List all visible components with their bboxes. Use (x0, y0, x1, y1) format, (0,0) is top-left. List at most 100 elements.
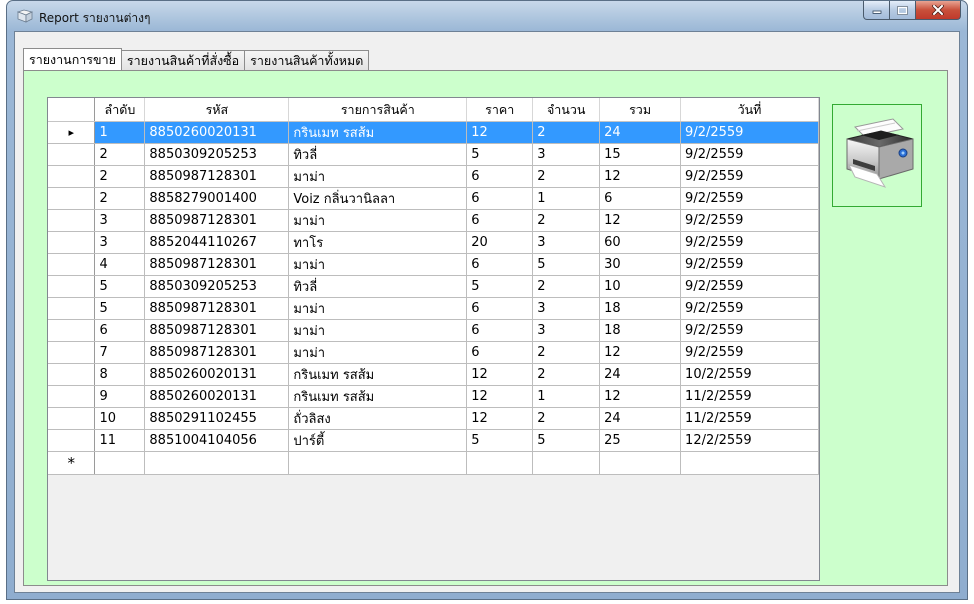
new-row[interactable]: * (48, 451, 819, 475)
cell-product[interactable]: มาม่า (288, 253, 468, 276)
table-row[interactable]: 10 8850291102455 ถั่วลิสง 12 2 24 11/2/2559 (48, 407, 819, 430)
maximize-button[interactable] (890, 1, 916, 20)
cell-seq[interactable]: 2 (94, 143, 146, 166)
row-header[interactable] (48, 319, 96, 342)
cell-seq[interactable]: 10 (94, 407, 146, 430)
table-row[interactable]: 4 8850987128301 มาม่า 6 5 30 9/2/2559 (48, 253, 819, 276)
cell-product[interactable]: กรินเมท รสส้ม (288, 385, 468, 408)
new-row-cell[interactable] (599, 451, 682, 475)
cell-code[interactable]: 8850987128301 (144, 341, 290, 364)
table-row[interactable]: 2 8850309205253 ทิวลี่ 5 3 15 9/2/2559 (48, 143, 819, 166)
cell-price[interactable]: 6 (466, 209, 534, 232)
cell-quantity[interactable]: 5 (532, 253, 601, 276)
column-header-seq[interactable]: ลำดับ (94, 98, 146, 122)
cell-quantity[interactable]: 3 (532, 297, 601, 320)
new-row-cell[interactable] (680, 451, 819, 475)
cell-product[interactable]: มาม่า (288, 165, 468, 188)
cell-total[interactable]: 30 (599, 253, 682, 276)
cell-total[interactable]: 18 (599, 297, 682, 320)
row-header[interactable] (48, 165, 96, 188)
row-header[interactable] (48, 209, 96, 232)
row-header[interactable] (48, 407, 96, 430)
row-header[interactable] (48, 385, 96, 408)
cell-price[interactable]: 12 (466, 363, 534, 386)
cell-code[interactable]: 8850987128301 (144, 209, 290, 232)
cell-quantity[interactable]: 5 (532, 429, 601, 452)
cell-quantity[interactable]: 2 (532, 407, 601, 430)
cell-quantity[interactable]: 2 (532, 121, 601, 144)
cell-date[interactable]: 10/2/2559 (680, 363, 819, 386)
cell-product[interactable]: มาม่า (288, 341, 468, 364)
row-header[interactable] (48, 187, 96, 210)
cell-total[interactable]: 12 (599, 165, 682, 188)
cell-total[interactable]: 15 (599, 143, 682, 166)
column-header-total[interactable]: รวม (599, 98, 682, 122)
table-row[interactable]: 3 8850987128301 มาม่า 6 2 12 9/2/2559 (48, 209, 819, 232)
cell-price[interactable]: 5 (466, 143, 534, 166)
cell-price[interactable]: 5 (466, 429, 534, 452)
cell-date[interactable]: 9/2/2559 (680, 275, 819, 298)
cell-seq[interactable]: 2 (94, 187, 146, 210)
column-header-price[interactable]: ราคา (466, 98, 534, 122)
table-row[interactable]: 8 8850260020131 กรินเมท รสส้ม 12 2 24 10/2/255… (48, 363, 819, 386)
cell-date[interactable]: 9/2/2559 (680, 165, 819, 188)
cell-total[interactable]: 12 (599, 341, 682, 364)
table-row[interactable]: 2 8858279001400 Voiz กลิ่นวานิลลา 6 1 6 9/2/25… (48, 187, 819, 210)
new-row-cell[interactable] (466, 451, 534, 475)
new-row-cell[interactable] (288, 451, 468, 475)
cell-seq[interactable]: 6 (94, 319, 146, 342)
cell-price[interactable]: 6 (466, 253, 534, 276)
cell-price[interactable]: 6 (466, 341, 534, 364)
cell-seq[interactable]: 4 (94, 253, 146, 276)
cell-date[interactable]: 11/2/2559 (680, 385, 819, 408)
cell-seq[interactable]: 3 (94, 209, 146, 232)
cell-seq[interactable]: 11 (94, 429, 146, 452)
cell-date[interactable]: 11/2/2559 (680, 407, 819, 430)
row-header[interactable] (48, 231, 96, 254)
table-row[interactable]: 5 8850987128301 มาม่า 6 3 18 9/2/2559 (48, 297, 819, 320)
table-row[interactable]: 3 8852044110267 ทาโร 20 3 60 9/2/2559 (48, 231, 819, 254)
cell-seq[interactable]: 1 (94, 121, 146, 144)
tab-sales-report[interactable]: รายงานการขาย (23, 48, 122, 70)
cell-seq[interactable]: 8 (94, 363, 146, 386)
cell-code[interactable]: 8850260020131 (144, 121, 290, 144)
cell-code[interactable]: 8850260020131 (144, 363, 290, 386)
row-header[interactable] (48, 275, 96, 298)
tab-all-products-report[interactable]: รายงานสินค้าทั้งหมด (244, 50, 370, 70)
cell-code[interactable]: 8858279001400 (144, 187, 290, 210)
cell-seq[interactable]: 7 (94, 341, 146, 364)
cell-total[interactable]: 12 (599, 385, 682, 408)
tab-ordered-products-report[interactable]: รายงานสินค้าที่สั่งซื้อ (120, 50, 246, 70)
cell-price[interactable]: 6 (466, 319, 534, 342)
cell-product[interactable]: Voiz กลิ่นวานิลลา (288, 187, 468, 210)
cell-product[interactable]: ปาร์ตี้ (288, 429, 468, 452)
cell-code[interactable]: 8850987128301 (144, 165, 290, 188)
row-header[interactable] (48, 253, 96, 276)
cell-quantity[interactable]: 2 (532, 209, 601, 232)
column-header-date[interactable]: วันที่ (680, 98, 819, 122)
table-row[interactable]: 2 8850987128301 มาม่า 6 2 12 9/2/2559 (48, 165, 819, 188)
cell-code[interactable]: 8850987128301 (144, 319, 290, 342)
cell-price[interactable]: 6 (466, 165, 534, 188)
cell-quantity[interactable]: 3 (532, 319, 601, 342)
cell-quantity[interactable]: 2 (532, 363, 601, 386)
minimize-button[interactable] (863, 1, 890, 20)
sales-data-grid[interactable]: ลำดับ รหัส รายการสินค้า ราคา จำนวน รวม ว… (47, 97, 820, 581)
cell-seq[interactable]: 3 (94, 231, 146, 254)
row-header[interactable]: ▸ (48, 121, 96, 144)
row-header[interactable] (48, 429, 96, 452)
cell-price[interactable]: 20 (466, 231, 534, 254)
cell-seq[interactable]: 5 (94, 275, 146, 298)
cell-date[interactable]: 9/2/2559 (680, 143, 819, 166)
table-row[interactable]: 5 8850309205253 ทิวลี่ 5 2 10 9/2/2559 (48, 275, 819, 298)
cell-price[interactable]: 6 (466, 297, 534, 320)
cell-date[interactable]: 9/2/2559 (680, 231, 819, 254)
cell-price[interactable]: 12 (466, 121, 534, 144)
cell-seq[interactable]: 5 (94, 297, 146, 320)
column-header-product[interactable]: รายการสินค้า (288, 98, 468, 122)
cell-price[interactable]: 12 (466, 385, 534, 408)
cell-date[interactable]: 9/2/2559 (680, 187, 819, 210)
cell-date[interactable]: 9/2/2559 (680, 253, 819, 276)
cell-quantity[interactable]: 3 (532, 143, 601, 166)
cell-code[interactable]: 8852044110267 (144, 231, 290, 254)
